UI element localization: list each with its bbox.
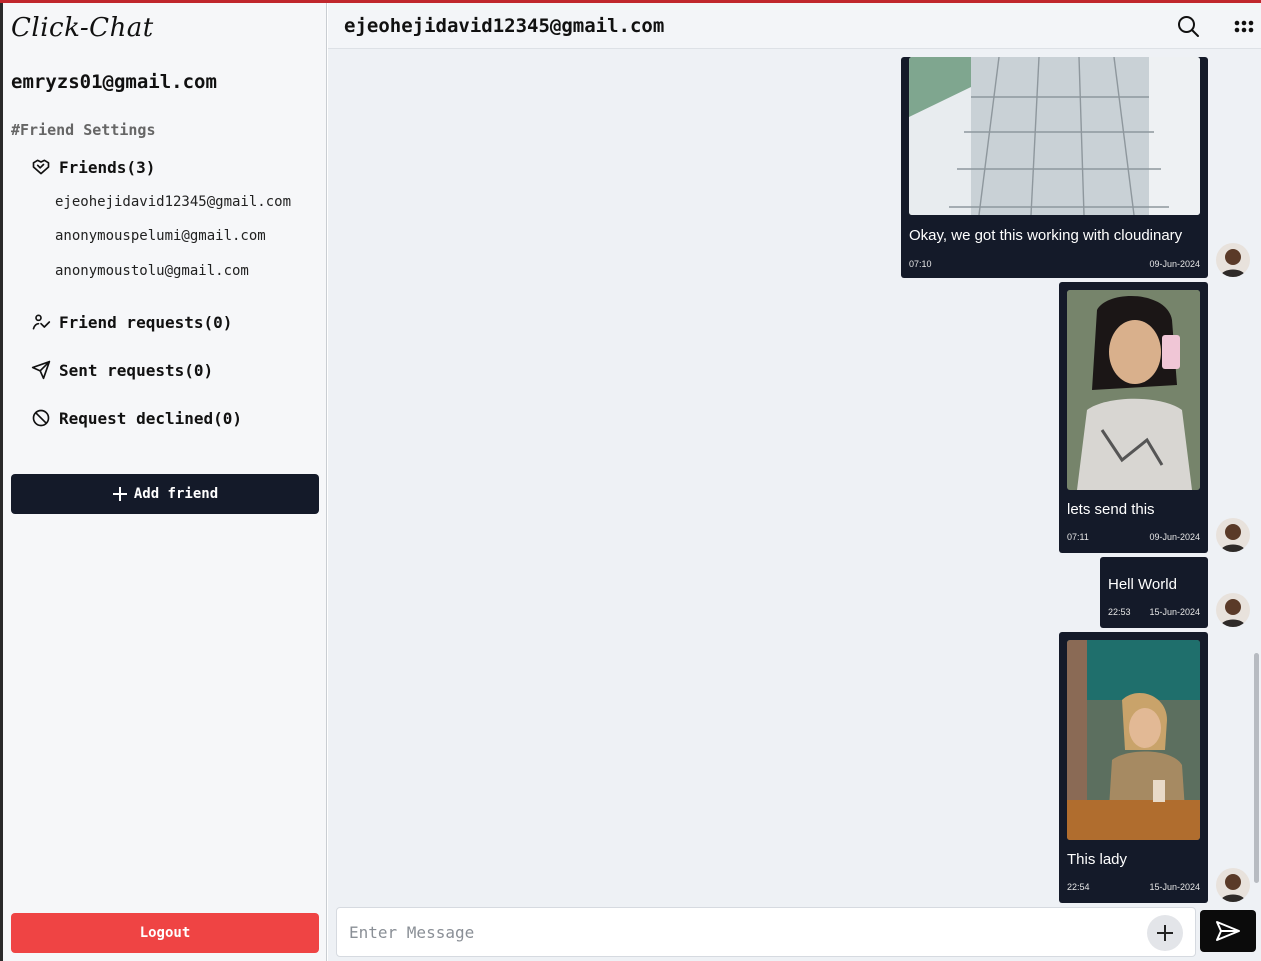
chat-message: Okay, we got this working with cloudinar… [901,57,1208,278]
woman-photo [1067,290,1200,490]
avatar[interactable] [1216,593,1250,627]
friend-settings-heading: #Friend Settings [11,121,156,139]
floor-tiles-photo [909,57,1200,215]
message-image[interactable] [909,57,1200,215]
chat-scrollbar[interactable] [1254,653,1259,883]
message-image[interactable] [1067,290,1200,490]
friend-request-icon [32,314,51,330]
nav-friends-label: Friends(3) [59,157,156,177]
chat-header: ejeohejidavid12345@gmail.com [328,3,1261,49]
logout-button[interactable]: Logout [11,913,319,953]
nav-friend-requests-label: Friend requests(0) [59,312,233,332]
lady-cafe-photo [1067,640,1200,840]
handshake-icon [32,159,50,175]
friend-item[interactable]: anonymoustolu@gmail.com [55,263,249,279]
message-composer [336,907,1196,957]
send-request-icon [31,360,51,380]
message-date: 15-Jun-2024 [1149,607,1200,617]
message-date: 09-Jun-2024 [1149,259,1200,269]
send-icon [1216,921,1240,941]
app-logo: Click-Chat [11,13,154,43]
friend-item[interactable]: ejeohejidavid12345@gmail.com [55,194,291,210]
chat-panel: ejeohejidavid12345@gmail.com Okay, we go… [328,3,1261,961]
nav-request-declined-label: Request declined(0) [59,408,243,428]
grid-menu-icon[interactable] [1232,14,1256,38]
nav-request-declined[interactable]: Request declined(0) [31,406,242,430]
message-text: Hell World [1108,576,1177,593]
message-image[interactable] [1067,640,1200,840]
message-time: 22:53 [1108,607,1131,617]
plus-icon [1157,925,1173,941]
search-icon[interactable] [1176,14,1200,38]
send-button[interactable] [1200,910,1256,952]
message-input[interactable] [337,908,1137,956]
avatar[interactable] [1216,243,1250,277]
plus-icon [112,487,127,501]
friend-item[interactable]: anonymouspelumi@gmail.com [55,228,266,244]
message-text: lets send this [1067,501,1155,518]
avatar[interactable] [1216,518,1250,552]
message-date: 15-Jun-2024 [1149,882,1200,892]
chat-message: This lady 22:54 15-Jun-2024 [1059,632,1208,903]
avatar[interactable] [1216,868,1250,902]
message-time: 22:54 [1067,882,1090,892]
chat-message: lets send this 07:11 09-Jun-2024 [1059,282,1208,553]
chat-message: Hell World 22:53 15-Jun-2024 [1100,557,1208,628]
nav-sent-requests-label: Sent requests(0) [59,360,214,380]
nav-friends[interactable]: Friends(3) [31,155,155,179]
message-time: 07:10 [909,259,932,269]
message-text: Okay, we got this working with cloudinar… [909,227,1183,244]
nav-friend-requests[interactable]: Friend requests(0) [31,310,232,334]
current-user-email: emryzs01@gmail.com [11,71,217,93]
chat-recipient-title: ejeohejidavid12345@gmail.com [344,15,665,37]
message-time: 07:11 [1067,532,1089,542]
add-friend-label: Add friend [133,486,219,502]
nav-sent-requests[interactable]: Sent requests(0) [31,358,213,382]
ban-icon [32,409,50,427]
attach-button[interactable] [1147,915,1183,951]
sidebar: Click-Chat emryzs01@gmail.com #Friend Se… [3,3,327,961]
message-date: 09-Jun-2024 [1149,532,1200,542]
add-friend-button[interactable]: Add friend [11,474,319,514]
message-text: This lady [1067,851,1128,868]
